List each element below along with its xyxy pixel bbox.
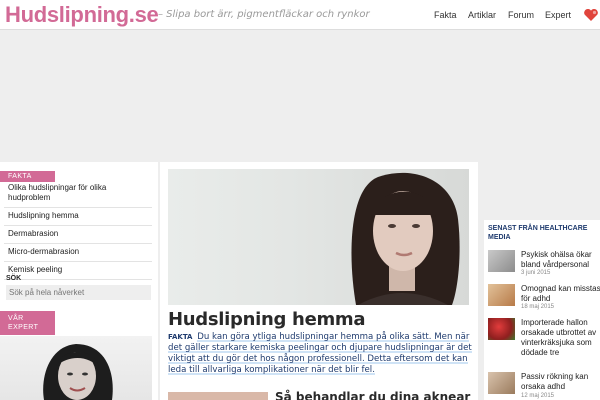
intro-text: Du kan göra ytliga hudslipningar hemma p… [168, 332, 472, 375]
news-title[interactable]: Omognad kan misstas för adhd [521, 284, 600, 304]
site-logo[interactable]: Hudslipning.se [5, 2, 159, 28]
article-hero-image [168, 169, 469, 305]
search-input[interactable] [6, 285, 151, 300]
news-heading: SENAST FRÅN HEALTHCARE MEDIA [488, 225, 588, 241]
news-title[interactable]: Psykisk ohälsa ökar bland vårdpersonal [521, 250, 600, 270]
article-intro[interactable]: FAKTA Du kan göra ytliga hudslipningar h… [168, 332, 472, 376]
menu-item-dermabrasion[interactable]: Dermabrasion [4, 226, 152, 244]
news-item[interactable]: Psykisk ohälsa ökar bland vårdpersonal 3… [488, 250, 600, 280]
news-thumbnail [488, 318, 515, 340]
top-bar: Hudslipning.se – Slipa bort ärr, pigment… [0, 0, 600, 30]
expert-portrait-image [43, 344, 113, 400]
next-article-thumbnail[interactable] [168, 392, 268, 400]
menu-item-hudslipning-hemma[interactable]: Hudslipning hemma [4, 208, 152, 226]
news-item[interactable]: Omognad kan misstas för adhd 18 maj 2015 [488, 284, 600, 314]
woman-portrait-image [351, 172, 460, 305]
next-article-title[interactable]: Så behandlar du dina aknear [275, 390, 470, 400]
news-date: 12 maj 2015 [521, 393, 555, 399]
news-thumbnail [488, 372, 515, 394]
nav-fakta[interactable]: Fakta [434, 10, 457, 20]
news-date: 18 maj 2015 [521, 304, 555, 310]
nav-expert[interactable]: Expert [545, 10, 571, 20]
right-column: SENAST FRÅN HEALTHCARE MEDIA Psykisk ohä… [484, 220, 600, 400]
heart-icon[interactable] [583, 8, 599, 22]
left-sidebar: FAKTA Olika hudslipningar för olika hudp… [0, 162, 158, 400]
news-title[interactable]: Passiv rökning kan orsaka adhd [521, 372, 600, 392]
menu-item-micro-dermabrasion[interactable]: Micro-dermabrasion [4, 244, 152, 262]
search-label: SÖK [6, 275, 22, 282]
news-date: 3 juni 2015 [521, 270, 551, 276]
expert-photo[interactable] [0, 336, 152, 400]
news-title[interactable]: Importerade hallon orsakade utbrottet av… [521, 318, 600, 358]
menu-item-olika-hudslipningar[interactable]: Olika hudslipningar för olika hudproblem [4, 180, 152, 208]
news-item[interactable]: Passiv rökning kan orsaka adhd 12 maj 20… [488, 372, 600, 400]
expert-section-label: VÅR EXPERT [0, 311, 55, 335]
fakta-menu: Olika hudslipningar för olika hudproblem… [0, 180, 156, 280]
news-item[interactable]: Importerade hallon orsakade utbrottet av… [488, 318, 600, 370]
nav-forum[interactable]: Forum [508, 10, 534, 20]
news-thumbnail [488, 284, 515, 306]
menu-item-kemisk-peeling[interactable]: Kemisk peeling [4, 262, 152, 280]
site-tagline: – Slipa bort ärr, pigmentfläckar och ryn… [158, 9, 370, 20]
nav-artiklar[interactable]: Artiklar [468, 10, 496, 20]
main-article: Hudslipning hemma FAKTA Du kan göra ytli… [160, 162, 478, 400]
intro-fakta-tag: FAKTA [168, 333, 193, 341]
article-title[interactable]: Hudslipning hemma [168, 309, 366, 330]
news-thumbnail [488, 250, 515, 272]
